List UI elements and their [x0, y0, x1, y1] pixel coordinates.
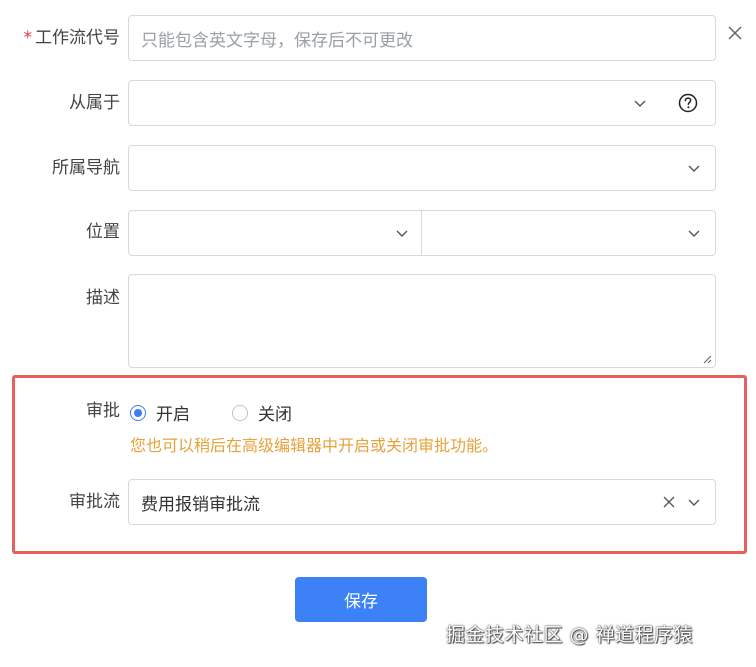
chevron-down-icon [634, 100, 646, 107]
close-icon [728, 26, 742, 40]
workflow-code-placeholder: 只能包含英文字母，保存后不可更改 [141, 30, 413, 51]
required-mark: * [23, 28, 33, 48]
chevron-down-icon [396, 230, 408, 237]
workflow-form-dialog: * 工作流代号 只能包含英文字母，保存后不可更改 从属于 所属导航 位置 描述 … [0, 0, 756, 667]
help-circle-icon [678, 93, 698, 113]
position-select-first[interactable] [128, 210, 422, 256]
description-label: 描述 [86, 288, 120, 308]
nav-select[interactable] [128, 145, 716, 191]
radio-unchecked-icon [232, 404, 248, 421]
chevron-down-icon [688, 165, 700, 172]
chevron-down-icon [688, 499, 700, 506]
belongs-to-select[interactable] [128, 80, 662, 126]
approval-label: 审批 [86, 401, 120, 421]
nav-label: 所属导航 [52, 158, 120, 178]
approval-radio-group: 开启 关闭 [130, 400, 318, 425]
approval-highlight-box [12, 375, 747, 554]
radio-checked-icon [130, 404, 146, 421]
position-label: 位置 [86, 222, 120, 242]
approval-option-off[interactable]: 关闭 [232, 400, 292, 425]
help-button[interactable] [661, 80, 716, 126]
approval-flow-value: 费用报销审批流 [141, 494, 260, 515]
approval-flow-label: 审批流 [69, 492, 120, 512]
position-select-second[interactable] [421, 210, 716, 256]
approval-flow-select[interactable]: 费用报销审批流 [128, 479, 716, 525]
approval-hint: 您也可以稍后在高级编辑器中开启或关闭审批功能。 [130, 436, 499, 455]
watermark: 掘金技术社区 @ 禅道程序猿 [446, 624, 694, 646]
save-button[interactable]: 保存 [295, 577, 427, 622]
workflow-code-label: * 工作流代号 [23, 28, 121, 48]
description-textarea[interactable] [128, 274, 716, 368]
chevron-down-icon [688, 230, 700, 237]
clear-icon[interactable] [661, 494, 677, 510]
approval-option-on[interactable]: 开启 [130, 400, 190, 425]
workflow-code-input[interactable]: 只能包含英文字母，保存后不可更改 [128, 15, 716, 61]
close-button[interactable] [722, 20, 748, 46]
belongs-to-label: 从属于 [69, 93, 120, 113]
resize-handle-icon[interactable] [702, 354, 712, 364]
